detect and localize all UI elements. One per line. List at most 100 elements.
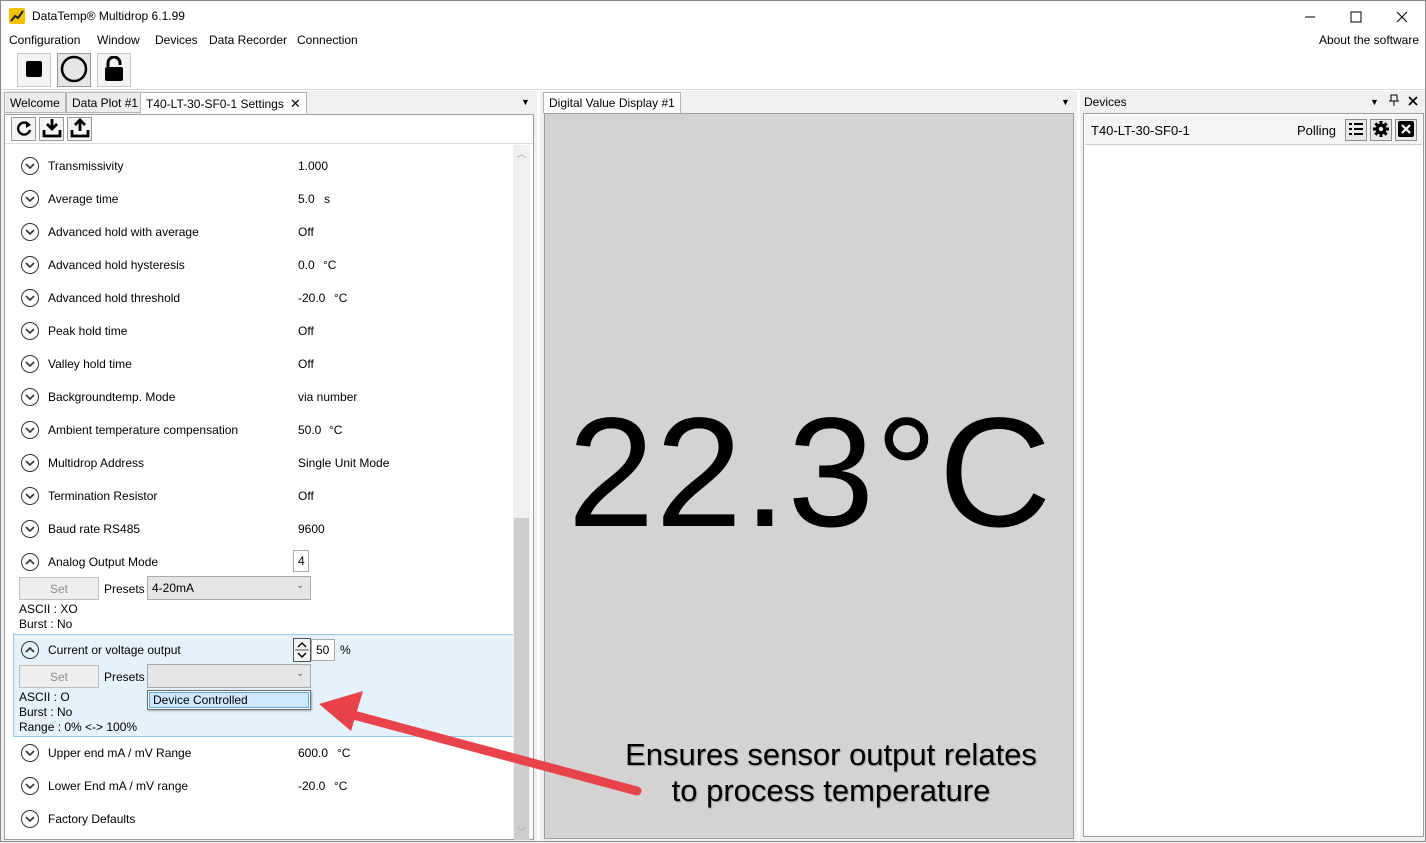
expand-icon[interactable]: [21, 355, 39, 373]
analog-output-row[interactable]: Analog Output Mode: [19, 551, 509, 573]
range-text: Range : 0% <-> 100%: [19, 720, 138, 734]
expand-icon[interactable]: [21, 223, 39, 241]
scroll-down-icon[interactable]: ﹀: [517, 825, 526, 838]
close-panel-icon[interactable]: [1408, 95, 1418, 109]
close-tab-icon[interactable]: ✕: [290, 96, 301, 111]
setting-unit: °C: [334, 291, 348, 305]
expand-icon[interactable]: [21, 454, 39, 472]
current-output-value[interactable]: 50: [311, 639, 335, 661]
device-list-button[interactable]: [1345, 119, 1367, 141]
pin-icon[interactable]: [1389, 94, 1399, 109]
setting-row[interactable]: Advanced hold threshold -20.0 °C: [19, 287, 509, 309]
setting-label: Lower End mA / mV range: [48, 779, 189, 793]
minimize-button[interactable]: [1287, 1, 1333, 32]
gear-icon: [1372, 120, 1390, 141]
setting-unit: °C: [334, 779, 348, 793]
setting-row[interactable]: Lower End mA / mV range -20.0 °C: [19, 775, 509, 797]
toolbar: [1, 50, 1425, 90]
menu-data-recorder[interactable]: Data Recorder: [209, 33, 287, 47]
stop-button[interactable]: [17, 53, 51, 87]
setting-value: 0.0: [298, 258, 315, 272]
expand-icon[interactable]: [21, 421, 39, 439]
setting-label: Termination Resistor: [48, 489, 158, 503]
set-button[interactable]: Set: [19, 577, 99, 600]
expand-icon[interactable]: [21, 810, 39, 828]
refresh-button[interactable]: [11, 117, 36, 141]
expand-icon[interactable]: [21, 487, 39, 505]
upload-button[interactable]: [67, 117, 92, 141]
setting-row[interactable]: Multidrop Address Single Unit Mode: [19, 452, 509, 474]
chevron-down-icon: ⌄: [296, 580, 304, 590]
vertical-scrollbar[interactable]: ︿ ﹀: [513, 145, 530, 840]
setting-row[interactable]: Backgroundtemp. Mode via number: [19, 386, 509, 408]
expand-icon[interactable]: [21, 388, 39, 406]
setting-row[interactable]: Advanced hold with average Off: [19, 221, 509, 243]
lock-button[interactable]: [97, 53, 131, 87]
expand-icon[interactable]: [21, 777, 39, 795]
expand-icon[interactable]: [21, 157, 39, 175]
setting-row[interactable]: Termination Resistor Off: [19, 485, 509, 507]
setting-row[interactable]: Transmissivity 1.000: [19, 155, 509, 177]
maximize-button[interactable]: [1333, 1, 1379, 32]
menu-devices[interactable]: Devices: [155, 33, 198, 47]
scroll-thumb[interactable]: [514, 518, 529, 840]
expand-icon[interactable]: [21, 256, 39, 274]
setting-unit: °C: [329, 423, 343, 437]
expand-icon[interactable]: [21, 322, 39, 340]
device-status: Polling: [1297, 123, 1337, 138]
close-window-button[interactable]: [1379, 1, 1425, 32]
setting-label: Analog Output Mode: [48, 555, 159, 569]
menu-window[interactable]: Window: [97, 33, 140, 47]
ascii-text: ASCII : XO: [19, 602, 78, 616]
expand-icon[interactable]: [21, 190, 39, 208]
setting-value: -20.0: [298, 779, 326, 793]
temperature-readout: 22.3°C: [567, 386, 1053, 560]
analog-presets-select[interactable]: 4-20mA ⌄: [147, 576, 311, 600]
setting-row[interactable]: Ambient temperature compensation 50.0 °C: [19, 419, 509, 441]
setting-label: Backgroundtemp. Mode: [48, 390, 176, 404]
tab-settings[interactable]: T40-LT-30-SF0-1 Settings ✕: [140, 92, 307, 114]
panel-menu-icon[interactable]: ▼: [521, 97, 530, 107]
setting-row[interactable]: Average time 5.0 s: [19, 188, 509, 210]
dropdown-option-device-controlled[interactable]: Device Controlled: [149, 692, 309, 708]
setting-row[interactable]: Baud rate RS485 9600: [19, 518, 509, 540]
circle-icon: [60, 55, 88, 86]
stop-icon: [25, 60, 43, 81]
analog-mode-value[interactable]: 4: [293, 550, 309, 572]
device-row[interactable]: T40-LT-30-SF0-1 Polling: [1085, 115, 1422, 145]
setting-unit: %: [340, 643, 351, 657]
setting-row[interactable]: Peak hold time Off: [19, 320, 509, 342]
current-presets-select[interactable]: ⌄: [147, 664, 311, 688]
menu-about[interactable]: About the software: [1319, 33, 1419, 47]
expand-icon[interactable]: [21, 520, 39, 538]
setting-label: Advanced hold with average: [48, 225, 199, 239]
tab-digital-value-display[interactable]: Digital Value Display #1: [543, 92, 681, 114]
device-settings-button[interactable]: [1370, 119, 1392, 141]
menu-configuration[interactable]: Configuration: [9, 33, 80, 47]
tab-data-plot[interactable]: Data Plot #1: [66, 92, 145, 113]
setting-row[interactable]: Valley hold time Off: [19, 353, 509, 375]
current-output-row[interactable]: Current or voltage output: [19, 639, 509, 661]
devices-panel: Devices ▼ T40-LT-30-SF0-1 Polling: [1080, 91, 1425, 841]
settings-panel: Welcome Data Plot #1 T40-LT-30-SF0-1 Set…: [1, 91, 537, 841]
expand-icon[interactable]: [21, 744, 39, 762]
collapse-icon[interactable]: [21, 553, 39, 571]
panel-menu-icon[interactable]: ▼: [1370, 97, 1379, 107]
scroll-up-icon[interactable]: ︿: [517, 147, 526, 160]
device-remove-button[interactable]: [1395, 119, 1417, 141]
burst-text: Burst : No: [19, 617, 73, 631]
record-button[interactable]: [57, 53, 91, 87]
tab-welcome[interactable]: Welcome: [4, 92, 66, 113]
setting-row[interactable]: Upper end mA / mV Range 600.0 °C: [19, 742, 509, 764]
setting-label: Factory Defaults: [48, 812, 136, 826]
download-button[interactable]: [39, 117, 64, 141]
setting-row[interactable]: Factory Defaults: [19, 808, 509, 830]
value-spinner[interactable]: [293, 638, 311, 662]
collapse-icon[interactable]: [21, 641, 39, 659]
setting-row[interactable]: Advanced hold hysteresis 0.0 °C: [19, 254, 509, 276]
menu-connection[interactable]: Connection: [297, 33, 358, 47]
panel-menu-icon[interactable]: ▼: [1061, 97, 1070, 107]
set-button[interactable]: Set: [19, 665, 99, 688]
expand-icon[interactable]: [21, 289, 39, 307]
title-bar: DataTemp® Multidrop 6.1.99: [1, 1, 1425, 32]
